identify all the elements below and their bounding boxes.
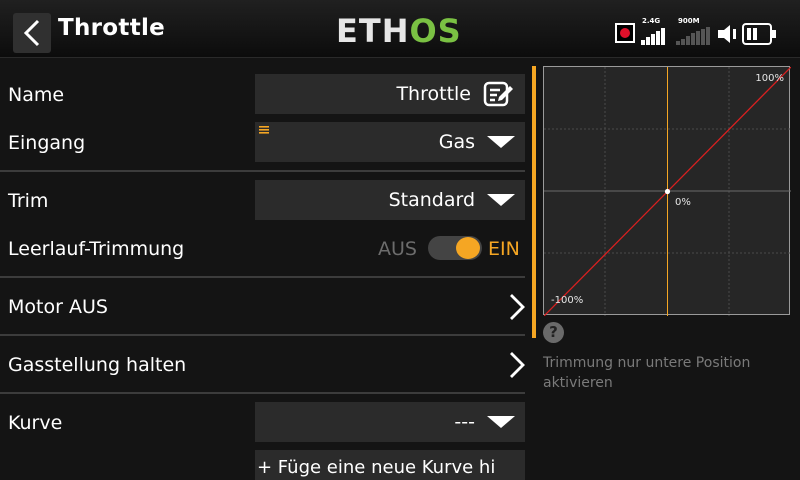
idle-trim-on-label: EIN xyxy=(488,238,520,260)
idle-trim-off-label: AUS xyxy=(378,238,417,260)
edit-icon xyxy=(483,81,513,107)
input-label: Eingang xyxy=(8,132,86,154)
add-curve-button[interactable]: + Füge eine neue Kurve hi xyxy=(255,450,525,480)
hold-throttle-label[interactable]: Gasstellung halten xyxy=(8,354,186,376)
separator xyxy=(0,170,525,172)
speaker-icon xyxy=(718,25,736,43)
help-icon[interactable]: ? xyxy=(543,322,564,343)
toggle-knob xyxy=(456,237,480,259)
graph-top-label: 100% xyxy=(755,73,784,84)
curve-label: Kurve xyxy=(8,412,63,434)
chevron-right-icon[interactable] xyxy=(508,351,526,379)
ethos-logo: ETHOS xyxy=(336,12,462,50)
name-label: Name xyxy=(8,84,65,106)
separator xyxy=(0,276,525,278)
separator xyxy=(0,392,525,394)
trim-value: Standard xyxy=(388,189,475,211)
throttle-curve-graph: 100% 0% -100% xyxy=(543,66,791,316)
signal-900m-label: 900M xyxy=(678,17,700,25)
help-text: Trimmung nur untere Position aktivieren xyxy=(543,355,751,391)
graph-bottom-label: -100% xyxy=(551,295,584,306)
input-dropdown[interactable]: Gas xyxy=(255,122,525,162)
graph-mid-label: 0% xyxy=(675,197,691,208)
dropdown-arrow-icon xyxy=(487,194,515,206)
separator xyxy=(0,334,525,336)
idle-trim-toggle[interactable] xyxy=(428,236,482,260)
input-value: Gas xyxy=(438,131,475,153)
trim-label: Trim xyxy=(8,190,49,212)
dropdown-arrow-icon xyxy=(487,416,515,428)
name-field[interactable]: Throttle xyxy=(255,74,525,114)
curve-dropdown[interactable]: --- xyxy=(255,402,525,442)
list-icon xyxy=(259,126,269,134)
page-title: Throttle xyxy=(58,15,166,41)
chevron-left-icon xyxy=(23,19,40,47)
curve-value: --- xyxy=(454,411,475,433)
name-value: Throttle xyxy=(396,83,471,105)
back-button[interactable] xyxy=(13,13,51,53)
record-icon xyxy=(615,23,635,43)
signal-900m-icon xyxy=(676,27,710,45)
status-icons: 2.4G 900M xyxy=(612,17,788,47)
battery-icon xyxy=(742,23,776,45)
chevron-right-icon[interactable] xyxy=(508,293,526,321)
signal-24g-icon xyxy=(641,28,665,45)
trim-dropdown[interactable]: Standard xyxy=(255,180,525,220)
motor-off-label[interactable]: Motor AUS xyxy=(8,296,108,318)
idle-trim-label: Leerlauf-Trimmung xyxy=(8,238,185,260)
header-bar: Throttle ETHOS 2.4G 900M xyxy=(0,0,800,58)
signal-24g-label: 2.4G xyxy=(642,17,661,25)
dropdown-arrow-icon xyxy=(487,136,515,148)
scrollbar[interactable] xyxy=(532,66,536,338)
curve-plot xyxy=(544,67,791,316)
cursor-point xyxy=(664,188,671,195)
